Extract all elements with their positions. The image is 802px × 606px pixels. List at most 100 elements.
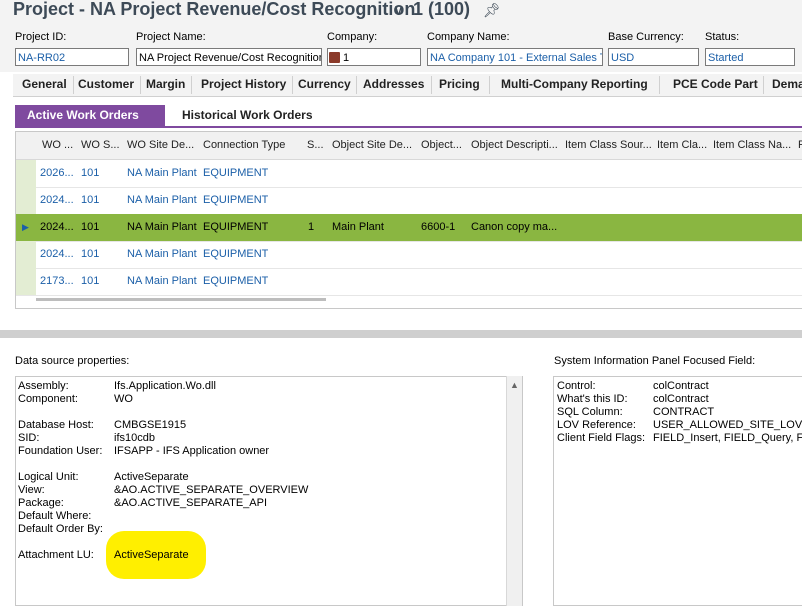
work-orders-table: WO ... WO S... WO Site De... Connection … (15, 131, 802, 309)
sysinfo-value: colContract (653, 380, 709, 392)
status-label: Status: (705, 31, 740, 43)
tab-dema[interactable]: Dema (772, 77, 802, 91)
prop-key: Database Host: (18, 419, 94, 431)
prop-value: &AO.ACTIVE_SEPARATE_OVERVIEW (114, 484, 309, 496)
scroll-up-icon[interactable]: ▲ (510, 380, 519, 390)
tab-multi-company-reporting[interactable]: Multi-Company Reporting (501, 77, 648, 91)
current-row-arrow-icon: ▶ (22, 222, 29, 232)
row-header[interactable] (16, 187, 36, 214)
prop-key: Default Where: (18, 510, 92, 522)
base-currency-field[interactable]: USD (608, 48, 699, 66)
cell-connection-type[interactable]: EQUIPMENT (203, 214, 268, 241)
cell-connection-type[interactable]: EQUIPMENT (203, 187, 268, 214)
subtab-historical-work-orders[interactable]: Historical Work Orders (168, 105, 313, 126)
cell-wo-site-desc[interactable]: NA Main Plant (127, 160, 197, 187)
tab-currency[interactable]: Currency (298, 77, 351, 91)
sysinfo-key: LOV Reference: (557, 419, 636, 431)
table-row-selected[interactable]: ▶ 2024... 101 NA Main Plant EQUIPMENT 1 … (16, 214, 802, 242)
company-name-field[interactable]: NA Company 101 - External Sales Ta (427, 48, 603, 66)
col-object-description[interactable]: Object Descripti... (471, 132, 563, 159)
cell-object-site-desc[interactable]: Main Plant (332, 214, 384, 241)
cell-connection-type[interactable]: EQUIPMENT (203, 241, 268, 268)
cell-wo-site[interactable]: 101 (81, 241, 99, 268)
cell-wo-site-desc[interactable]: NA Main Plant (127, 187, 197, 214)
tab-general[interactable]: General (22, 77, 67, 91)
tab-divider (73, 76, 74, 94)
header-fields: Project ID: NA-RR02 Project Name: NA Pro… (0, 24, 802, 72)
col-wo-site-desc[interactable]: WO Site De... (127, 132, 201, 159)
cell-wo-site-desc[interactable]: NA Main Plant (127, 268, 197, 295)
cell-wo-site[interactable]: 101 (81, 268, 99, 295)
col-item-class-source[interactable]: Item Class Sour... (565, 132, 653, 159)
prop-key: Component: (18, 393, 78, 405)
table-row[interactable]: 2024... 101 NA Main Plant EQUIPMENT (16, 187, 802, 215)
col-s[interactable]: S... (307, 132, 327, 159)
col-connection-type[interactable]: Connection Type (203, 132, 303, 159)
cell-wo[interactable]: 2024... (40, 187, 78, 214)
table-row[interactable]: 2173... 101 NA Main Plant EQUIPMENT (16, 268, 802, 296)
col-f[interactable]: F (798, 132, 802, 159)
tab-pricing[interactable]: Pricing (439, 77, 480, 91)
cell-wo[interactable]: 2026... (40, 160, 78, 187)
tab-customer[interactable]: Customer (78, 77, 134, 91)
col-wo-site[interactable]: WO S... (81, 132, 125, 159)
cell-wo-site[interactable]: 101 (81, 214, 99, 241)
cell-wo[interactable]: 2024... (40, 241, 78, 268)
cell-wo-site[interactable]: 101 (81, 187, 99, 214)
subtab-underline (15, 126, 802, 128)
col-object-site-desc[interactable]: Object Site De... (332, 132, 416, 159)
subtab-active-work-orders[interactable]: Active Work Orders (15, 105, 165, 126)
prop-value: ifs10cdb (114, 432, 155, 444)
tab-divider (140, 76, 141, 94)
lov-icon[interactable] (329, 52, 340, 63)
pin-icon[interactable]: 📌︎ (483, 2, 501, 19)
row-header[interactable] (16, 241, 36, 268)
cell-wo[interactable]: 2173... (40, 268, 78, 295)
record-count: 1 (100) (413, 0, 471, 19)
prop-key: Package: (18, 497, 64, 509)
sysinfo-key: Control: (557, 380, 596, 392)
tab-divider (763, 76, 764, 94)
col-item-class-name[interactable]: Item Class Na... (713, 132, 795, 159)
tab-project-history[interactable]: Project History (201, 77, 286, 91)
cell-object-description[interactable]: Canon copy ma... (471, 214, 561, 241)
sysinfo-value: colContract (653, 393, 709, 405)
prop-key: Assembly: (18, 380, 69, 392)
cell-wo-site[interactable]: 101 (81, 160, 99, 187)
tab-divider (431, 76, 432, 94)
col-object[interactable]: Object... (421, 132, 469, 159)
title-bar: Project - NA Project Revenue/Cost Recogn… (0, 0, 802, 24)
row-header[interactable] (16, 160, 36, 187)
cell-object[interactable]: 6600-1 (421, 214, 455, 241)
col-item-class[interactable]: Item Cla... (657, 132, 709, 159)
project-id-label: Project ID: (15, 31, 67, 43)
company-field[interactable]: 1 (327, 48, 421, 66)
col-wo[interactable]: WO ... (42, 132, 76, 159)
cell-wo-site-desc[interactable]: NA Main Plant (127, 214, 197, 241)
tab-divider (292, 76, 293, 94)
cell-wo[interactable]: 2024... (40, 214, 78, 241)
table-row[interactable]: 2026... 101 NA Main Plant EQUIPMENT (16, 160, 802, 188)
project-name-field[interactable]: NA Project Revenue/Cost Recognition (136, 48, 322, 66)
cell-connection-type[interactable]: EQUIPMENT (203, 160, 268, 187)
sysinfo-title: System Information Panel Focused Field: (554, 355, 756, 367)
horizontal-scrollbar[interactable] (36, 298, 326, 301)
tab-pce-code-part[interactable]: PCE Code Part (673, 77, 758, 91)
prop-value: &AO.ACTIVE_SEPARATE_API (114, 497, 268, 509)
status-field[interactable]: Started (705, 48, 795, 66)
cell-s[interactable]: 1 (308, 214, 314, 241)
cell-wo-site-desc[interactable]: NA Main Plant (127, 241, 197, 268)
page-title: Project - NA Project Revenue/Cost Recogn… (13, 0, 416, 19)
tab-margin[interactable]: Margin (146, 77, 185, 91)
row-header[interactable] (16, 268, 36, 295)
project-id-field[interactable]: NA-RR02 (15, 48, 129, 66)
prop-key: Logical Unit: (18, 471, 79, 483)
sysinfo-value: CONTRACT (653, 406, 715, 418)
panel-splitter[interactable] (0, 330, 802, 338)
datasource-title: Data source properties: (15, 355, 130, 367)
tab-addresses[interactable]: Addresses (363, 77, 424, 91)
cell-connection-type[interactable]: EQUIPMENT (203, 268, 268, 295)
table-row[interactable]: 2024... 101 NA Main Plant EQUIPMENT (16, 241, 802, 269)
vertical-scrollbar[interactable]: ▲ (506, 376, 522, 606)
chevron-down-icon[interactable]: ∨ (393, 1, 404, 19)
